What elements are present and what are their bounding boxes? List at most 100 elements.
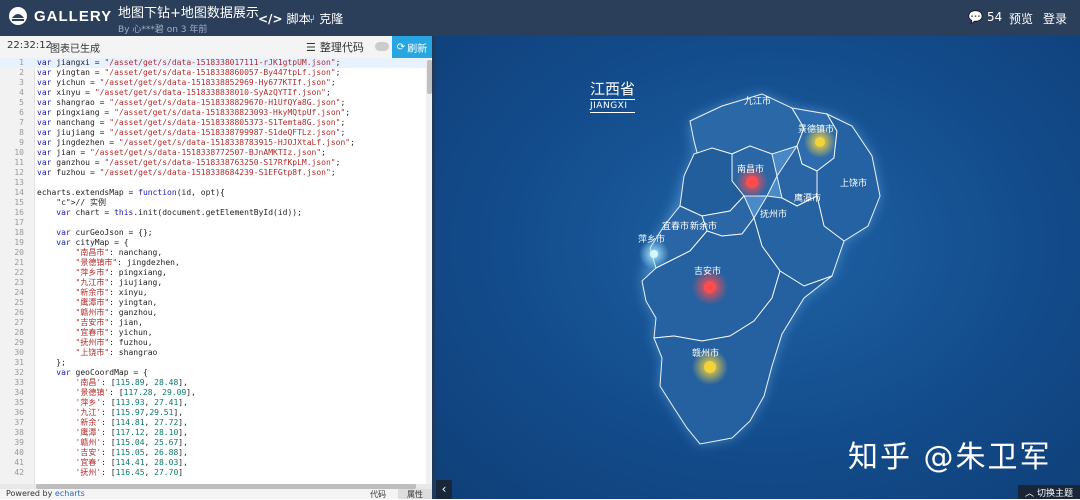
auto-run-toggle[interactable] [375, 42, 389, 51]
code-line[interactable]: 27 "吉安市": jian, [0, 318, 426, 328]
login-link[interactable]: 登录 [1043, 10, 1067, 27]
code-line[interactable]: 8 var jiujiang = "/asset/get/s/data-15183… [0, 128, 426, 138]
code-line[interactable]: 19 var cityMap = { [0, 238, 426, 248]
code-line[interactable]: 21 "景德镇市": jingdezhen, [0, 258, 426, 268]
line-number: 1 [19, 58, 24, 67]
line-number: 38 [14, 428, 24, 437]
code-line[interactable]: 15 "c">// 实例 [0, 198, 426, 208]
code-text: var chart = this.init(document.getElemen… [56, 208, 302, 217]
tab-code[interactable]: 代码 [370, 489, 386, 500]
map-chart-panel[interactable]: 九江市 景德镇市 南昌市 上饶市 鹰潭市 抚州市 宜春市 新余市 萍乡市 吉安市… [432, 36, 1080, 499]
code-line[interactable]: 10 var jian = "/asset/get/s/data-15183387… [0, 148, 426, 158]
prefecture-regions[interactable] [641, 93, 881, 445]
code-line[interactable]: 5 var shangrao = "/asset/get/s/data-15183… [0, 98, 426, 108]
province-name-en: JIANGXI [590, 99, 636, 113]
code-text: var fuzhou = "/asset/get/s/data-15183386… [37, 168, 336, 177]
code-text: '吉安': [115.05, 26.88], [75, 448, 188, 457]
code-line[interactable]: 13 [0, 178, 426, 188]
point-ganzhou-core [704, 361, 716, 373]
code-line[interactable]: 33 '南昌': [115.89, 28.48], [0, 378, 426, 388]
code-line[interactable]: 16 var chart = this.init(document.getEle… [0, 208, 426, 218]
line-number: 12 [14, 168, 24, 177]
code-line[interactable]: 11 var ganzhou = "/asset/get/s/data-15183… [0, 158, 426, 168]
code-text: }; [37, 358, 66, 367]
code-line[interactable]: 39 '赣州': [115.04, 25.67], [0, 438, 426, 448]
clone-button[interactable]: ⑂ 克隆 [308, 10, 343, 27]
code-line[interactable]: 2 var yingtan = "/asset/get/s/data-151833… [0, 68, 426, 78]
echarts-link[interactable]: echarts [55, 489, 85, 498]
chart-title: 地图下钻+地图数据展示 [118, 6, 259, 21]
refresh-button[interactable]: ⟳ 刷新 [392, 36, 432, 58]
code-line[interactable]: 6 var pingxiang = "/asset/get/s/data-1518… [0, 108, 426, 118]
tab-properties[interactable]: 属性 [398, 489, 432, 499]
line-number: 19 [14, 238, 24, 247]
tidy-code-label: 整理代码 [319, 41, 364, 54]
code-text: "吉安市": jian, [75, 318, 143, 327]
code-line[interactable]: 38 '鹰潭': [117.12, 28.10], [0, 428, 426, 438]
code-line[interactable]: 7 var nanchang = "/asset/get/s/data-15183… [0, 118, 426, 128]
line-number: 29 [14, 338, 24, 347]
code-line[interactable]: 37 '新余': [114.81, 27.72], [0, 418, 426, 428]
label-pingxiang: 萍乡市 [638, 233, 665, 245]
line-number: 4 [19, 88, 24, 97]
code-line[interactable]: 1 var jiangxi = "/asset/get/s/data-151833… [0, 58, 426, 68]
comment-icon: 💬 [968, 10, 983, 24]
code-text: "九江市": jiujiang, [75, 278, 163, 287]
line-number: 26 [14, 308, 24, 317]
code-line[interactable]: 3 var yichun = "/asset/get/s/data-1518338… [0, 78, 426, 88]
refresh-icon: ⟳ [396, 41, 406, 53]
panel-divider[interactable] [432, 36, 435, 499]
point-nanchang-core [746, 176, 758, 188]
code-line[interactable]: 42 '抚州': [116.45, 27.70] [0, 468, 426, 478]
code-text: var yingtan = "/asset/get/s/data-1518338… [37, 68, 341, 77]
gallery-logo[interactable]: GALLERY [8, 6, 112, 26]
code-line[interactable]: 14 echarts.extendsMap = function(id, opt)… [0, 188, 426, 198]
code-line[interactable]: 30 "上饶市": shangrao [0, 348, 426, 358]
code-text: "宜春市": yichun, [75, 328, 153, 337]
code-line[interactable]: 9 var jingdezhen = "/asset/get/s/data-151… [0, 138, 426, 148]
code-line[interactable]: 41 '宜春': [114.41, 28.03], [0, 458, 426, 468]
code-line[interactable]: 17 [0, 218, 426, 228]
label-shangrao: 上饶市 [840, 177, 867, 189]
code-line[interactable]: 26 "赣州市": ganzhou, [0, 308, 426, 318]
label-ganzhou: 赣州市 [692, 347, 719, 359]
line-number: 41 [14, 458, 24, 467]
logo-text: GALLERY [34, 7, 113, 25]
line-number: 10 [14, 148, 24, 157]
switch-theme-button[interactable]: ︿ 切换主题 [1018, 485, 1080, 499]
code-line[interactable]: 24 "新余市": xinyu, [0, 288, 426, 298]
code-line[interactable]: 36 '九江': [115.97,29.51], [0, 408, 426, 418]
code-line[interactable]: 32 var geoCoordMap = { [0, 368, 426, 378]
script-button[interactable]: </> 脚本 [258, 10, 311, 27]
line-number: 5 [19, 98, 24, 107]
code-line[interactable]: 31 }; [0, 358, 426, 368]
tidy-code-button[interactable]: ☰ 整理代码 [306, 39, 364, 55]
top-navbar: GALLERY 地图下钻+地图数据展示 By 心***碧 on 3 年前 </>… [0, 0, 1080, 36]
code-line[interactable]: 22 "萍乡市": pingxiang, [0, 268, 426, 278]
jiangxi-map[interactable]: 九江市 景德镇市 南昌市 上饶市 鹰潭市 抚州市 宜春市 新余市 萍乡市 吉安市… [432, 36, 1080, 499]
code-line[interactable]: 12 var fuzhou = "/asset/get/s/data-151833… [0, 168, 426, 178]
code-editor[interactable]: 1 var jiangxi = "/asset/get/s/data-151833… [0, 58, 432, 484]
line-number: 3 [19, 78, 24, 87]
code-line[interactable]: 34 '景德镇': [117.28, 29.09], [0, 388, 426, 398]
code-text: '九江': [115.97,29.51], [75, 408, 184, 417]
code-line[interactable]: 20 "南昌市": nanchang, [0, 248, 426, 258]
comments-button[interactable]: 💬 54 [968, 10, 1002, 24]
line-number: 25 [14, 298, 24, 307]
code-line[interactable]: 35 '萍乡': [113.93, 27.41], [0, 398, 426, 408]
editor-toolbar: 22:32:12 图表已生成 ☰ 整理代码 ⟳ 刷新 [0, 36, 432, 59]
code-line[interactable]: 4 var xinyu = "/asset/get/s/data-15183388… [0, 88, 426, 98]
code-line[interactable]: 29 "抚州市": fuzhou, [0, 338, 426, 348]
code-line[interactable]: 25 "鹰潭市": yingtan, [0, 298, 426, 308]
preview-link[interactable]: 预览 [1009, 10, 1033, 27]
collapse-editor-button[interactable]: ‹ [436, 480, 452, 499]
code-line[interactable]: 23 "九江市": jiujiang, [0, 278, 426, 288]
code-text: "上饶市": shangrao [75, 348, 158, 357]
line-number: 15 [14, 198, 24, 207]
code-line[interactable]: 18 var curGeoJson = {}; [0, 228, 426, 238]
line-number: 16 [14, 208, 24, 217]
code-line[interactable]: 28 "宜春市": yichun, [0, 328, 426, 338]
code-line[interactable]: 40 '吉安': [115.05, 26.88], [0, 448, 426, 458]
line-number: 39 [14, 438, 24, 447]
logo-icon [9, 7, 27, 25]
